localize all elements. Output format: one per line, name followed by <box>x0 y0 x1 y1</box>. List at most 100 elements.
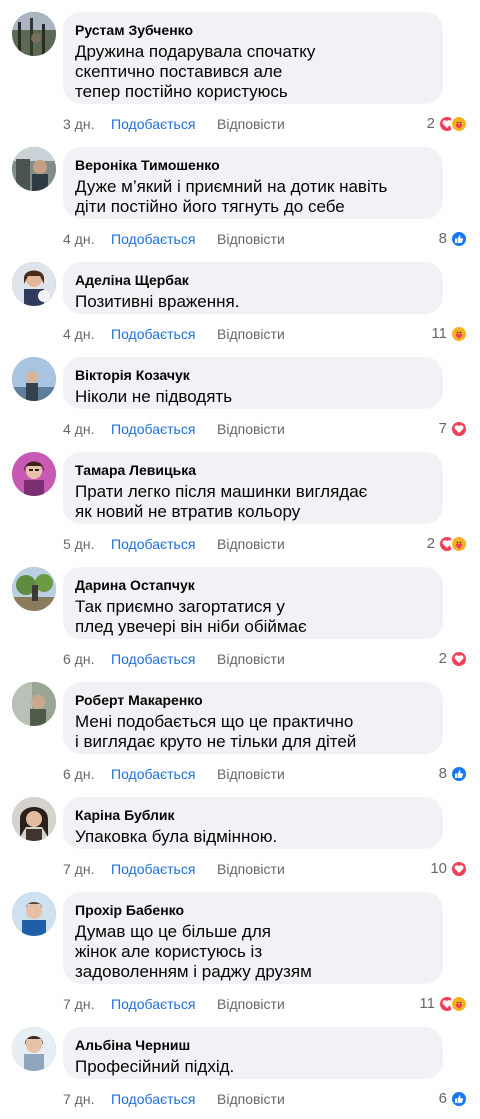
like-button[interactable]: Подобається <box>111 230 217 248</box>
comment-author[interactable]: Вероніка Тимошенко <box>75 156 431 174</box>
reply-button[interactable]: Відповісти <box>217 1090 285 1108</box>
comment-text: Позитивні враження. <box>75 292 240 311</box>
comment-time[interactable]: 4 дн. <box>63 230 111 248</box>
comment-actions: 4 дн. Подобається Відповісти <box>63 325 285 343</box>
like-icon <box>450 1090 468 1108</box>
comment-text: Мені подобається що це практично і вигля… <box>75 712 357 751</box>
reply-button[interactable]: Відповісти <box>217 115 285 133</box>
care-icon <box>450 115 468 133</box>
like-button[interactable]: Подобається <box>111 995 217 1013</box>
comment-author[interactable]: Рустам Зубченко <box>75 21 431 39</box>
comment-time[interactable]: 6 дн. <box>63 650 111 668</box>
comment-time[interactable]: 7 дн. <box>63 860 111 878</box>
avatar[interactable] <box>12 452 56 496</box>
comment-time[interactable]: 3 дн. <box>63 115 111 133</box>
reply-button[interactable]: Відповісти <box>217 420 285 438</box>
avatar[interactable] <box>12 262 56 306</box>
comment-text: Дружина подарувала спочатку скептично по… <box>75 42 316 101</box>
avatar[interactable] <box>12 682 56 726</box>
comment-bubble: Роберт Макаренко Мені подобається що це … <box>63 682 443 754</box>
avatar[interactable] <box>12 147 56 191</box>
like-icon <box>450 765 468 783</box>
comment-time[interactable]: 4 дн. <box>63 420 111 438</box>
reply-button[interactable]: Відповісти <box>217 765 285 783</box>
like-icon <box>450 230 468 248</box>
like-button[interactable]: Подобається <box>111 115 217 133</box>
avatar[interactable] <box>12 1027 56 1071</box>
reactions-summary[interactable]: 2 <box>427 114 468 134</box>
like-button[interactable]: Подобається <box>111 420 217 438</box>
comment-actions: 4 дн. Подобається Відповісти <box>63 420 285 438</box>
reply-button[interactable]: Відповісти <box>217 995 285 1013</box>
comment-actions: 6 дн. Подобається Відповісти <box>63 765 285 783</box>
reaction-count: 6 <box>438 1090 447 1107</box>
reply-button[interactable]: Відповісти <box>217 230 285 248</box>
reactions-summary[interactable]: 2 <box>439 649 468 669</box>
comment-author[interactable]: Аделіна Щербак <box>75 271 431 289</box>
like-button[interactable]: Подобається <box>111 765 217 783</box>
comment-time[interactable]: 5 дн. <box>63 535 111 553</box>
like-button[interactable]: Подобається <box>111 325 217 343</box>
reactions-summary[interactable]: 11 <box>431 324 468 344</box>
like-button[interactable]: Подобається <box>111 1090 217 1108</box>
reactions-summary[interactable]: 6 <box>439 1089 468 1109</box>
reactions-summary[interactable]: 11 <box>419 994 468 1014</box>
comment-author[interactable]: Тамара Левицька <box>75 461 431 479</box>
care-icon <box>450 535 468 553</box>
like-button[interactable]: Подобається <box>111 650 217 668</box>
reaction-count: 7 <box>438 420 447 437</box>
comment-text: Так приємно загортатися у плед увечері в… <box>75 597 307 636</box>
comment-text: Професійний підхід. <box>75 1057 235 1076</box>
comment-actions: 7 дн. Подобається Відповісти <box>63 860 285 878</box>
reaction-count: 11 <box>419 995 435 1012</box>
reaction-count: 11 <box>431 325 447 342</box>
reply-button[interactable]: Відповісти <box>217 535 285 553</box>
care-icon <box>450 995 468 1013</box>
reaction-count: 2 <box>438 650 447 667</box>
avatar[interactable] <box>12 357 56 401</box>
reactions-summary[interactable]: 7 <box>439 419 468 439</box>
comment-text: Ніколи не підводять <box>75 387 233 406</box>
like-button[interactable]: Подобається <box>111 860 217 878</box>
comment-bubble: Вікторія Козачук Ніколи не підводять <box>63 357 443 409</box>
comment-bubble: Каріна Бублик Упаковка була відмінною. <box>63 797 443 849</box>
like-button[interactable]: Подобається <box>111 535 217 553</box>
comment-bubble: Вероніка Тимошенко Дуже м’який і приємни… <box>63 147 443 219</box>
reactions-summary[interactable]: 8 <box>439 764 468 784</box>
avatar[interactable] <box>12 12 56 56</box>
avatar[interactable] <box>12 892 56 936</box>
love-icon <box>450 650 468 668</box>
comment-text: Прати легко після машинки виглядає як но… <box>75 482 368 521</box>
reactions-summary[interactable]: 8 <box>439 229 468 249</box>
comment-bubble: Альбіна Черниш Професійний підхід. <box>63 1027 443 1079</box>
reaction-count: 8 <box>438 230 447 247</box>
comment-time[interactable]: 6 дн. <box>63 765 111 783</box>
reaction-count: 2 <box>426 115 435 132</box>
avatar[interactable] <box>12 567 56 611</box>
reactions-summary[interactable]: 2 <box>427 534 468 554</box>
comment-author[interactable]: Альбіна Черниш <box>75 1036 431 1054</box>
reaction-count: 8 <box>438 765 447 782</box>
love-icon <box>450 420 468 438</box>
reply-button[interactable]: Відповісти <box>217 650 285 668</box>
comment-time[interactable]: 4 дн. <box>63 325 111 343</box>
comment-author[interactable]: Дарина Остапчук <box>75 576 431 594</box>
comment-time[interactable]: 7 дн. <box>63 1090 111 1108</box>
comment-text: Думав що це більше для жінок але користу… <box>75 922 312 981</box>
comment-author[interactable]: Каріна Бублик <box>75 806 431 824</box>
reply-button[interactable]: Відповісти <box>217 325 285 343</box>
comment-bubble: Дарина Остапчук Так приємно загортатися … <box>63 567 443 639</box>
love-icon <box>450 860 468 878</box>
comment-time[interactable]: 7 дн. <box>63 995 111 1013</box>
reply-button[interactable]: Відповісти <box>217 860 285 878</box>
comment-actions: 5 дн. Подобається Відповісти <box>63 535 285 553</box>
avatar[interactable] <box>12 797 56 841</box>
comment-actions: 3 дн. Подобається Відповісти <box>63 115 285 133</box>
comment-author[interactable]: Прохір Бабенко <box>75 901 431 919</box>
care-icon <box>450 325 468 343</box>
comment-bubble: Тамара Левицька Прати легко після машинк… <box>63 452 443 524</box>
reactions-summary[interactable]: 10 <box>430 859 468 879</box>
comment-author[interactable]: Вікторія Козачук <box>75 366 431 384</box>
comment-author[interactable]: Роберт Макаренко <box>75 691 431 709</box>
comment-text: Дуже м’який і приємний на дотик навіть д… <box>75 177 388 216</box>
